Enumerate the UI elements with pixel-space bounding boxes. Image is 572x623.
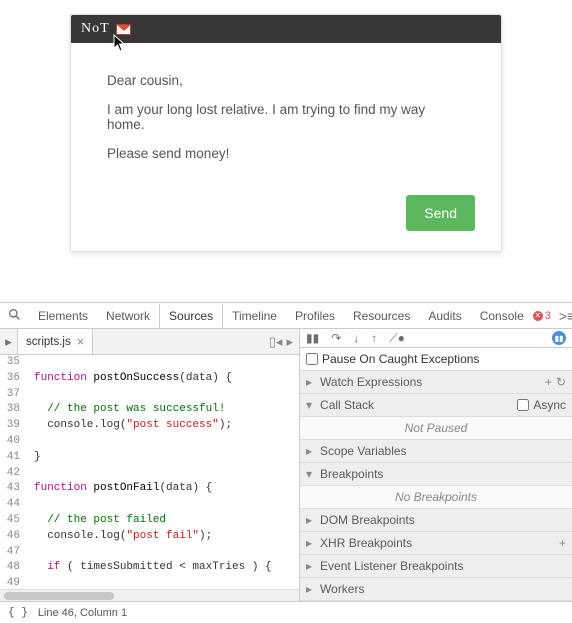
close-icon[interactable]: ×: [77, 334, 85, 349]
devtools-tabs: ElementsNetworkSourcesTimelineProfilesRe…: [0, 303, 572, 329]
tab-timeline[interactable]: Timeline: [223, 304, 286, 328]
sources-left-pane: ▸ scripts.js × ▯◂ ▸ 3536function postOnS…: [0, 329, 300, 601]
email-body: Dear cousin, I am your long lost relativ…: [71, 43, 501, 195]
tab-resources[interactable]: Resources: [344, 304, 419, 328]
cursor-position: Line 46, Column 1: [38, 607, 127, 619]
xhr-breakpoints-panel[interactable]: XHR Breakpoints+: [300, 532, 572, 555]
tab-elements[interactable]: Elements: [29, 304, 97, 328]
more-icon[interactable]: ▸: [286, 334, 293, 350]
workers-panel[interactable]: Workers: [300, 578, 572, 601]
app-title: NoT: [81, 21, 110, 37]
not-paused-message: Not Paused: [300, 417, 572, 440]
email-line: Please send money!: [107, 146, 465, 161]
code-editor[interactable]: 3536function postOnSuccess(data) {3738 /…: [0, 355, 299, 589]
devtools: ElementsNetworkSourcesTimelineProfilesRe…: [0, 302, 572, 623]
event-listener-breakpoints-panel[interactable]: Event Listener Breakpoints: [300, 555, 572, 578]
send-button[interactable]: Send: [406, 195, 475, 231]
pause-on-caught-checkbox[interactable]: [306, 353, 318, 365]
email-line: Dear cousin,: [107, 73, 465, 88]
watch-expressions-panel[interactable]: Watch Expressions + ↻: [300, 371, 572, 394]
envelope-icon: [116, 24, 131, 35]
breakpoints-panel[interactable]: Breakpoints: [300, 463, 572, 486]
scope-variables-panel[interactable]: Scope Variables: [300, 440, 572, 463]
pause-on-exceptions-icon[interactable]: ▮▮: [552, 331, 566, 345]
tab-network[interactable]: Network: [97, 304, 159, 328]
tab-profiles[interactable]: Profiles: [286, 304, 344, 328]
deactivate-breakpoints-icon[interactable]: ⟋●: [389, 331, 405, 346]
add-icon[interactable]: +: [545, 375, 552, 389]
tab-sources[interactable]: Sources: [159, 304, 223, 328]
console-drawer-icon[interactable]: >≡: [559, 308, 572, 324]
debugger-pane: ▮▮ ↷ ↓ ↑ ⟋● ▮▮ Pause On Caught Exception…: [300, 329, 572, 601]
step-out-icon[interactable]: ↑: [371, 331, 377, 345]
step-over-icon[interactable]: ↷: [331, 331, 341, 345]
history-back-icon[interactable]: ▯◂: [269, 334, 283, 350]
cursor-icon: [113, 34, 127, 55]
pretty-print-icon[interactable]: { }: [8, 607, 28, 619]
sidebar-toggle-icon[interactable]: ▸: [0, 329, 18, 355]
add-icon[interactable]: +: [559, 536, 566, 550]
status-bar: { } Line 46, Column 1: [0, 601, 572, 623]
async-checkbox[interactable]: [517, 399, 529, 411]
search-icon[interactable]: [0, 308, 29, 324]
step-into-icon[interactable]: ↓: [353, 331, 359, 345]
pause-icon[interactable]: ▮▮: [306, 331, 319, 345]
file-tab[interactable]: scripts.js ×: [18, 329, 93, 354]
refresh-icon[interactable]: ↻: [556, 375, 566, 389]
no-breakpoints-message: No Breakpoints: [300, 486, 572, 509]
error-badge[interactable]: ✕3: [533, 310, 551, 322]
email-window: NoT Dear cousin, I am your long lost rel…: [70, 14, 502, 252]
horizontal-scrollbar[interactable]: [0, 589, 299, 601]
titlebar: NoT: [71, 15, 501, 43]
dom-breakpoints-panel[interactable]: DOM Breakpoints: [300, 509, 572, 532]
email-line: I am your long lost relative. I am tryin…: [107, 102, 465, 132]
pause-on-caught-row[interactable]: Pause On Caught Exceptions: [300, 348, 572, 371]
call-stack-panel[interactable]: Call Stack Async: [300, 394, 572, 417]
tab-console[interactable]: Console: [471, 304, 533, 328]
tab-audits[interactable]: Audits: [419, 304, 470, 328]
